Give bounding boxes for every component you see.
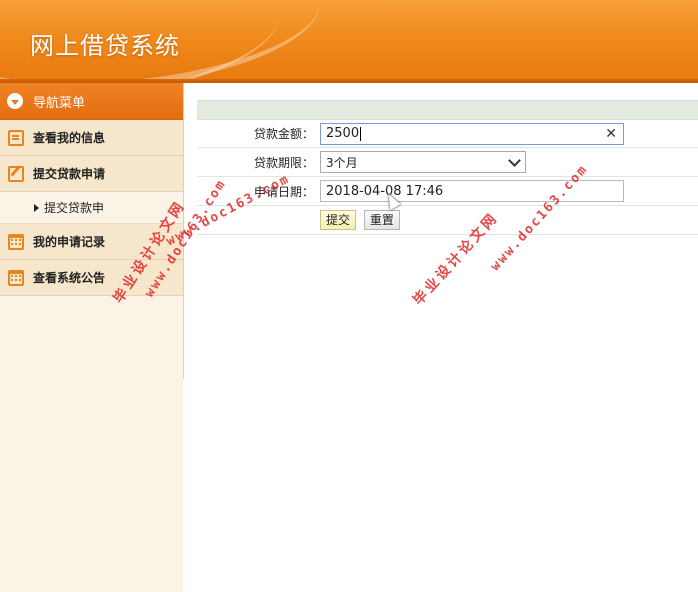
term-label: 贷款期限： <box>197 147 320 177</box>
form-row: 贷款期限： 3个月 <box>197 147 698 177</box>
form-header-bar <box>197 100 698 120</box>
form-row: 提交 重置 <box>197 205 698 235</box>
reset-button[interactable]: 重置 <box>363 210 400 230</box>
sidebar-subitem-label: 提交贷款申 <box>44 201 105 215</box>
message-icon <box>8 129 24 146</box>
main-content: 贷款金额： 2500 ✕ 贷款期限： 3个月 申请日期： 2018-04-08 … <box>184 83 698 379</box>
sidebar-item-label: 查看我的信息 <box>33 131 106 145</box>
caret-right-icon <box>34 203 39 212</box>
clear-icon[interactable]: ✕ <box>605 126 617 142</box>
sidebar-item-submit-loan[interactable]: 提交贷款申请 <box>0 156 183 192</box>
text-caret <box>360 126 362 141</box>
nav-header[interactable]: 导航菜单 <box>0 83 183 120</box>
calendar-icon <box>8 233 24 250</box>
sidebar-fill <box>0 296 183 592</box>
amount-input[interactable]: 2500 ✕ <box>320 122 624 145</box>
calendar-icon <box>8 269 24 286</box>
chevron-down-icon <box>7 93 23 109</box>
term-select[interactable]: 3个月 <box>320 151 526 173</box>
sidebar-item-label: 查看系统公告 <box>33 271 106 285</box>
submit-button[interactable]: 提交 <box>320 210 357 230</box>
sidebar-item-my-info[interactable]: 查看我的信息 <box>0 120 183 156</box>
edit-icon <box>8 165 24 182</box>
app-title: 网上借贷系统 <box>30 32 180 60</box>
amount-label: 贷款金额： <box>197 120 320 148</box>
sidebar-subitem-submit-loan[interactable]: 提交贷款申 <box>0 192 183 224</box>
term-value: 3个月 <box>326 155 358 170</box>
sidebar-item-label: 我的申请记录 <box>33 235 106 249</box>
nav-title: 导航菜单 <box>33 95 86 111</box>
amount-value: 2500 <box>326 126 360 141</box>
chevron-down-icon <box>508 153 521 167</box>
sidebar-item-label: 提交贷款申请 <box>33 167 106 181</box>
form-row: 贷款金额： 2500 ✕ <box>197 120 698 148</box>
app-header: 网上借贷系统 <box>0 0 698 83</box>
